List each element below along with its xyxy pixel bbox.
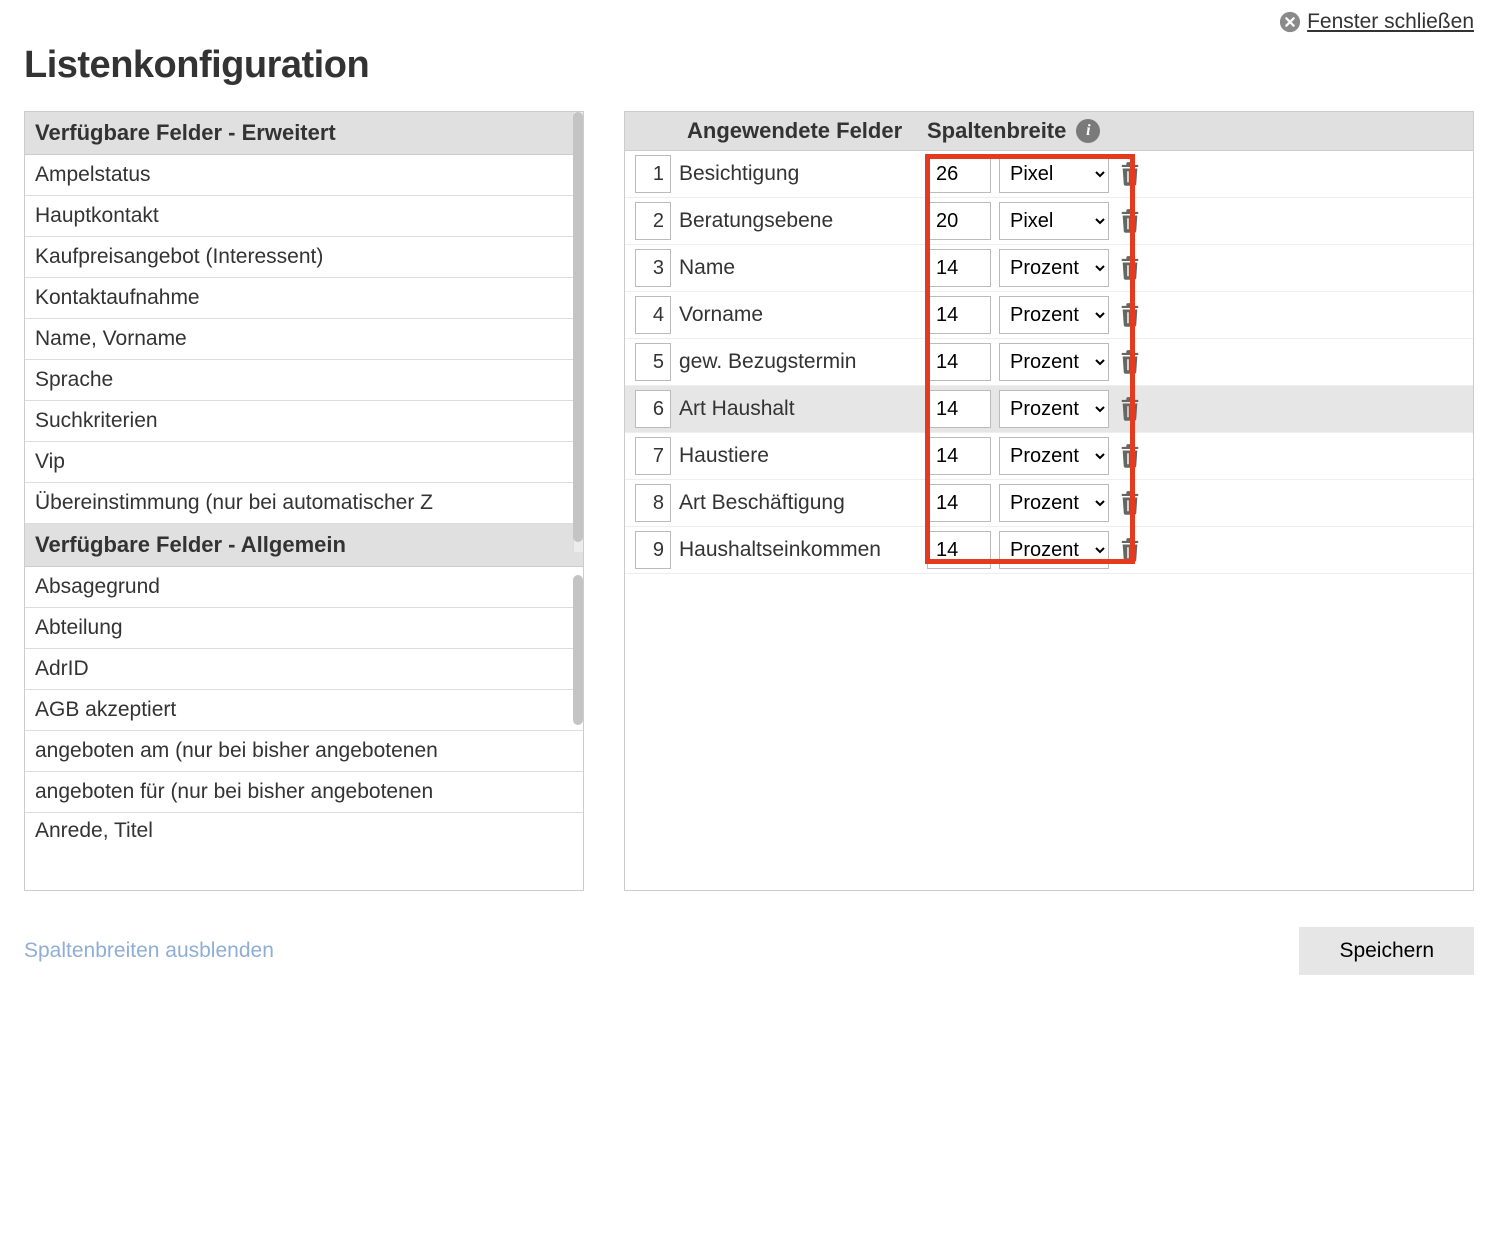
applied-field-name: gew. Bezugstermin <box>679 350 919 374</box>
column-width-unit-select[interactable]: PixelProzent <box>999 202 1109 240</box>
applied-field-name: Art Beschäftigung <box>679 491 919 515</box>
available-field-item[interactable]: Suchkriterien <box>25 401 583 442</box>
scrollbar[interactable] <box>573 575 583 725</box>
available-field-item[interactable]: Anrede, Titel <box>25 813 583 843</box>
applied-field-name: Besichtigung <box>679 162 919 186</box>
row-order: 1 <box>635 155 671 193</box>
column-width-input[interactable] <box>927 249 991 287</box>
column-width-unit-select[interactable]: PixelProzent <box>999 437 1109 475</box>
trash-icon[interactable] <box>1117 394 1143 424</box>
applied-field-row[interactable]: 9 Haushaltseinkommen PixelProzent <box>625 527 1473 574</box>
applied-field-row[interactable]: 2 Beratungsebene PixelProzent <box>625 198 1473 245</box>
available-field-item[interactable]: Hauptkontakt <box>25 196 583 237</box>
column-width-input[interactable] <box>927 343 991 381</box>
toggle-column-widths-link[interactable]: Spaltenbreiten ausblenden <box>24 939 274 963</box>
save-button[interactable]: Speichern <box>1299 927 1474 975</box>
available-field-item[interactable]: Name, Vorname <box>25 319 583 360</box>
applied-field-row[interactable]: 1 Besichtigung PixelProzent <box>625 151 1473 198</box>
applied-field-row[interactable]: 7 Haustiere PixelProzent <box>625 433 1473 480</box>
applied-fields-header: Angewendete Felder <box>687 118 927 144</box>
row-order: 3 <box>635 249 671 287</box>
applied-field-name: Haustiere <box>679 444 919 468</box>
trash-icon[interactable] <box>1117 441 1143 471</box>
available-field-item[interactable]: Übereinstimmung (nur bei automatischer Z <box>25 483 583 524</box>
available-field-item[interactable]: AdrID <box>25 649 583 690</box>
row-order: 8 <box>635 484 671 522</box>
available-field-item[interactable]: angeboten für (nur bei bisher angebotene… <box>25 772 583 813</box>
available-field-item[interactable]: Absagegrund <box>25 567 583 608</box>
available-field-item[interactable]: angeboten am (nur bei bisher angebotenen <box>25 731 583 772</box>
available-field-item[interactable]: Kontaktaufnahme <box>25 278 583 319</box>
column-width-header: Spaltenbreite i <box>927 118 1100 144</box>
column-width-unit-select[interactable]: PixelProzent <box>999 531 1109 569</box>
column-width-input[interactable] <box>927 437 991 475</box>
applied-field-row[interactable]: 3 Name PixelProzent <box>625 245 1473 292</box>
applied-field-name: Vorname <box>679 303 919 327</box>
column-width-unit-select[interactable]: PixelProzent <box>999 343 1109 381</box>
applied-field-name: Name <box>679 256 919 280</box>
row-order: 6 <box>635 390 671 428</box>
scrollbar[interactable] <box>573 112 583 552</box>
available-general-header: Verfügbare Felder - Allgemein <box>25 524 583 567</box>
column-width-input[interactable] <box>927 484 991 522</box>
trash-icon[interactable] <box>1117 159 1143 189</box>
row-order: 5 <box>635 343 671 381</box>
close-icon[interactable] <box>1279 11 1301 33</box>
applied-field-row[interactable]: 6 Art Haushalt PixelProzent <box>625 386 1473 433</box>
column-width-input[interactable] <box>927 296 991 334</box>
row-order: 2 <box>635 202 671 240</box>
trash-icon[interactable] <box>1117 535 1143 565</box>
trash-icon[interactable] <box>1117 206 1143 236</box>
trash-icon[interactable] <box>1117 253 1143 283</box>
row-order: 7 <box>635 437 671 475</box>
page-title: Listenkonfiguration <box>24 44 1474 87</box>
info-icon[interactable]: i <box>1076 119 1100 143</box>
available-extended-header: Verfügbare Felder - Erweitert <box>25 112 583 155</box>
available-fields-pane: Verfügbare Felder - ErweitertAmpelstatus… <box>24 111 584 891</box>
column-width-input[interactable] <box>927 531 991 569</box>
column-width-input[interactable] <box>927 202 991 240</box>
column-width-label: Spaltenbreite <box>927 118 1066 144</box>
column-width-input[interactable] <box>927 155 991 193</box>
applied-field-name: Beratungsebene <box>679 209 919 233</box>
row-order: 9 <box>635 531 671 569</box>
column-width-unit-select[interactable]: PixelProzent <box>999 249 1109 287</box>
applied-field-row[interactable]: 8 Art Beschäftigung PixelProzent <box>625 480 1473 527</box>
column-width-input[interactable] <box>927 390 991 428</box>
applied-fields-pane: Angewendete Felder Spaltenbreite i 1 Besi… <box>624 111 1474 891</box>
applied-field-name: Haushaltseinkommen <box>679 538 919 562</box>
applied-field-row[interactable]: 4 Vorname PixelProzent <box>625 292 1473 339</box>
applied-field-row[interactable]: 5 gew. Bezugstermin PixelProzent <box>625 339 1473 386</box>
column-width-unit-select[interactable]: PixelProzent <box>999 155 1109 193</box>
row-order: 4 <box>635 296 671 334</box>
available-field-item[interactable]: Vip <box>25 442 583 483</box>
trash-icon[interactable] <box>1117 300 1143 330</box>
available-field-item[interactable]: Kaufpreisangebot (Interessent) <box>25 237 583 278</box>
close-window-link[interactable]: Fenster schließen <box>1307 10 1474 34</box>
trash-icon[interactable] <box>1117 347 1143 377</box>
available-field-item[interactable]: Sprache <box>25 360 583 401</box>
column-width-unit-select[interactable]: PixelProzent <box>999 390 1109 428</box>
trash-icon[interactable] <box>1117 488 1143 518</box>
available-field-item[interactable]: Abteilung <box>25 608 583 649</box>
applied-field-name: Art Haushalt <box>679 397 919 421</box>
available-field-item[interactable]: Ampelstatus <box>25 155 583 196</box>
column-width-unit-select[interactable]: PixelProzent <box>999 484 1109 522</box>
available-field-item[interactable]: AGB akzeptiert <box>25 690 583 731</box>
column-width-unit-select[interactable]: PixelProzent <box>999 296 1109 334</box>
